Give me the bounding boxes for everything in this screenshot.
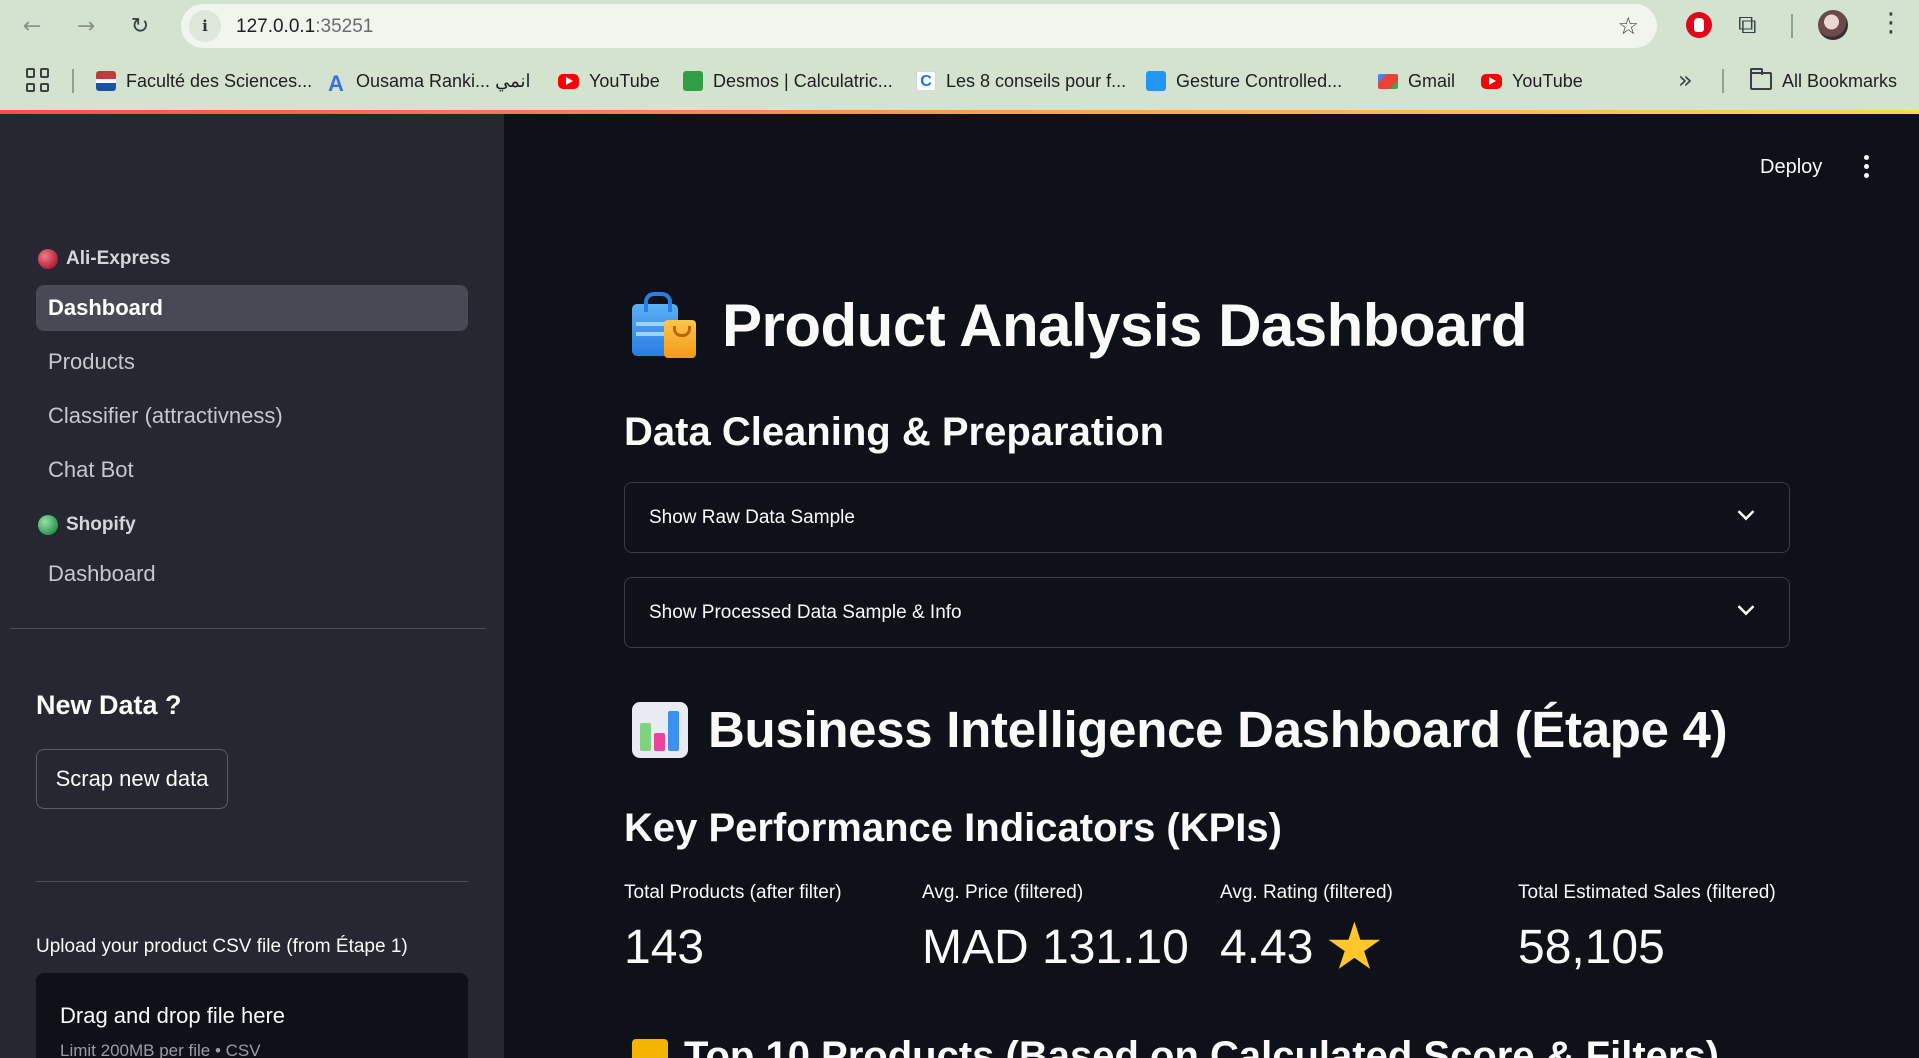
bookmarks-bar: Faculté des Sciences... A Ousama Ranki...… — [0, 52, 1919, 110]
kpi-avg-price: Avg. Price (filtered) MAD 131.10 — [922, 882, 1189, 975]
folder-icon — [1750, 68, 1772, 90]
bar-chart-icon — [632, 701, 688, 758]
file-dropzone[interactable]: Drag and drop file here Limit 200MB per … — [36, 973, 468, 1058]
adblock-extension-icon[interactable] — [1686, 12, 1712, 38]
kpi-value: MAD 131.10 — [922, 921, 1189, 974]
data-cleaning-heading: Data Cleaning & Preparation — [624, 410, 1165, 454]
star-icon — [1328, 921, 1381, 969]
shopping-bags-icon — [628, 290, 700, 360]
main-menu-icon[interactable] — [1854, 150, 1878, 182]
kpi-total-sales: Total Estimated Sales (filtered) 58,105 — [1518, 882, 1776, 975]
bookmark-item[interactable]: Desmos | Calculatric... — [683, 68, 893, 94]
expander-label: Show Processed Data Sample & Info — [649, 601, 962, 623]
dropzone-limit: Limit 200MB per file • CSV — [60, 1041, 261, 1058]
browser-toolbar: ← → ↻ i 127.0.0.1:35251 ☆ ⧉ ⋮ — [0, 0, 1919, 52]
c-favicon-icon: C — [916, 71, 936, 91]
kpi-value: 58,105 — [1518, 921, 1665, 974]
youtube-favicon-icon — [1481, 73, 1502, 89]
bookmark-item[interactable]: YouTube — [558, 68, 660, 94]
deploy-button[interactable]: Deploy — [1748, 152, 1834, 182]
dropzone-title: Drag and drop file here — [60, 1003, 286, 1028]
raw-data-expander[interactable]: Show Raw Data Sample — [624, 482, 1790, 553]
bi-dashboard-heading: Business Intelligence Dashboard (Étape 4… — [632, 700, 1728, 759]
all-bookmarks-button[interactable]: All Bookmarks — [1750, 68, 1897, 94]
section-title: Ali-Express — [66, 248, 171, 269]
site-info-icon[interactable]: i — [189, 10, 221, 42]
bookmark-item[interactable]: Gesture Controlled... — [1146, 68, 1342, 94]
faculty-favicon-icon — [96, 71, 116, 91]
kpi-total-products: Total Products (after filter) 143 — [624, 882, 842, 975]
top10-heading: Top 10 Products (Based on Calculated Sco… — [632, 1034, 1719, 1058]
kpi-label: Total Products (after filter) — [624, 882, 842, 903]
bookmarks-divider — [72, 69, 74, 93]
bookmark-item[interactable]: A Ousama Ranki... انمي — [326, 68, 530, 97]
back-arrow-icon[interactable]: ← — [14, 8, 50, 44]
bookmarks-overflow-icon[interactable]: » — [1678, 66, 1693, 94]
sidebar-section-shopify: Shopify — [38, 514, 136, 536]
expander-label: Show Raw Data Sample — [649, 506, 855, 528]
sidebar-nav-divider — [10, 628, 486, 629]
new-data-heading: New Data ? — [36, 690, 182, 720]
gmail-favicon-icon — [1378, 73, 1398, 89]
kpi-heading: Key Performance Indicators (KPIs) — [624, 806, 1282, 850]
trophy-icon — [632, 1038, 668, 1058]
red-circle-icon — [38, 249, 58, 269]
sidebar-item-aliexpress-dashboard[interactable]: Dashboard — [36, 285, 468, 331]
sidebar-item-shopify-dashboard[interactable]: Dashboard — [36, 551, 468, 597]
processed-data-expander[interactable]: Show Processed Data Sample & Info — [624, 577, 1790, 648]
reload-icon[interactable]: ↻ — [122, 8, 158, 44]
desmos-favicon-icon — [683, 71, 703, 91]
browser-menu-icon[interactable]: ⋮ — [1878, 10, 1904, 36]
page-title: Product Analysis Dashboard — [628, 290, 1527, 360]
kpi-label: Avg. Rating (filtered) — [1220, 882, 1393, 903]
gesture-favicon-icon — [1146, 71, 1166, 91]
arabic-letter-favicon-icon: A — [328, 71, 344, 96]
apps-grid-icon[interactable] — [26, 68, 50, 92]
kpi-value: 4.43 — [1220, 920, 1393, 975]
extensions-puzzle-icon[interactable]: ⧉ — [1738, 10, 1757, 41]
address-bar[interactable]: i 127.0.0.1:35251 ☆ — [181, 4, 1657, 48]
kpi-label: Avg. Price (filtered) — [922, 882, 1084, 903]
bookmark-star-icon[interactable]: ☆ — [1617, 12, 1639, 40]
youtube-favicon-icon — [558, 73, 579, 89]
section-title: Shopify — [66, 514, 136, 535]
url-text[interactable]: 127.0.0.1:35251 — [236, 16, 373, 38]
bookmark-item[interactable]: Faculté des Sciences... — [96, 68, 312, 94]
green-circle-icon — [38, 515, 58, 535]
sidebar-item-classifier[interactable]: Classifier (attractivness) — [36, 393, 468, 439]
profile-avatar[interactable] — [1818, 10, 1848, 40]
sidebar: Ali-Express Dashboard Products Classifie… — [0, 114, 504, 1058]
chevron-down-icon — [1737, 503, 1755, 521]
sidebar-item-products[interactable]: Products — [36, 339, 468, 385]
chevron-down-icon — [1737, 598, 1755, 616]
upload-label: Upload your product CSV file (from Étape… — [36, 936, 408, 957]
sidebar-divider — [36, 881, 468, 882]
toolbar-divider — [1791, 14, 1793, 38]
bookmark-item[interactable]: Gmail — [1378, 68, 1455, 94]
sidebar-section-aliexpress: Ali-Express — [38, 248, 171, 270]
scrap-new-data-button[interactable]: Scrap new data — [36, 749, 228, 809]
bookmark-item[interactable]: YouTube — [1481, 68, 1583, 94]
kpi-value: 143 — [624, 921, 705, 974]
sidebar-item-chat-bot[interactable]: Chat Bot — [36, 447, 468, 493]
kpi-avg-rating: Avg. Rating (filtered) 4.43 — [1220, 882, 1393, 975]
bookmark-item[interactable]: C Les 8 conseils pour f... — [916, 68, 1126, 94]
kpi-label: Total Estimated Sales (filtered) — [1518, 882, 1776, 903]
bookmarks-divider — [1722, 69, 1724, 93]
forward-arrow-icon[interactable]: → — [68, 8, 104, 44]
